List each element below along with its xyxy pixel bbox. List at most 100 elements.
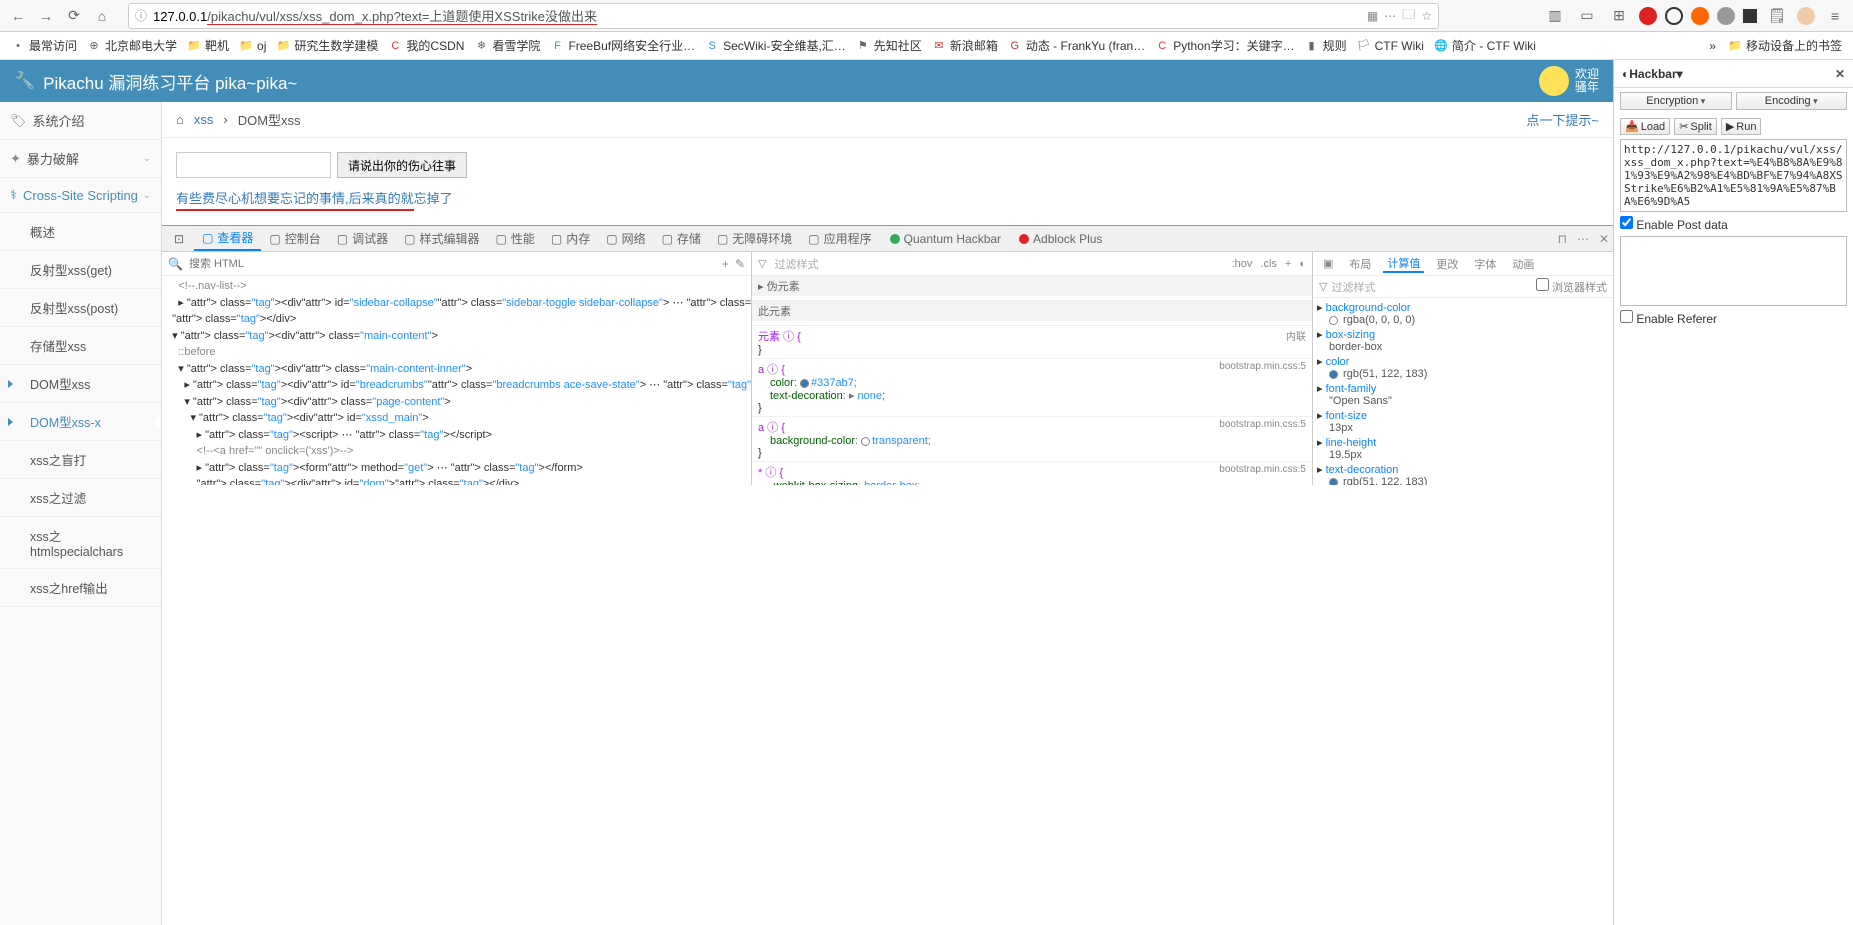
referer-checkbox[interactable]: Enable Referer [1620, 312, 1717, 326]
submit-button[interactable]: 请说出你的伤心往事 [337, 152, 467, 178]
hackbar-dropdown-icon[interactable]: ▾ [1677, 67, 1683, 81]
split-button[interactable]: ✂ Split [1674, 118, 1717, 135]
bookmark-item[interactable]: ⊕北京邮电大学 [82, 37, 182, 54]
hov-toggle[interactable]: :hov [1232, 258, 1253, 270]
browser-styles-checkbox[interactable]: 浏览器样式 [1536, 278, 1607, 295]
bm-overflow[interactable]: » [1704, 39, 1721, 53]
dom-line[interactable]: <!--<a href="" onclick=('xss')>--> [166, 443, 747, 460]
dom-tree[interactable]: <!--.nav-list--> ▸ "attr"> class="tag"><… [162, 276, 751, 485]
bookmark-item[interactable]: 📁研究生数学建模 [271, 37, 383, 54]
dom-line[interactable]: ▾ "attr"> class="tag"><div"attr"> id="xs… [166, 410, 747, 427]
adblock-tab[interactable]: Adblock Plus [1011, 226, 1110, 251]
sidebar-item[interactable]: DOM型xss-x [0, 403, 161, 441]
post-textarea[interactable] [1620, 236, 1847, 306]
dom-line[interactable]: ▾ "attr"> class="tag"><div"attr"> class=… [166, 394, 747, 411]
computed-prop[interactable]: ▸ font-size13px [1317, 408, 1609, 435]
post-checkbox[interactable]: Enable Post data [1620, 218, 1728, 232]
star-icon[interactable]: ☆ [1421, 9, 1432, 23]
result-link[interactable]: 有些费尽心机想要忘记的事情,后来真的就忘掉了 [176, 191, 453, 206]
sidebar-item[interactable]: xss之htmlspecialchars [0, 517, 161, 569]
bookmark-item[interactable]: ❄看雪学院 [469, 37, 545, 54]
reload-button[interactable]: ⟳ [62, 4, 86, 28]
ext2-icon[interactable] [1691, 7, 1709, 25]
ext4-icon[interactable] [1743, 9, 1757, 23]
sidebar-item[interactable]: xss之过滤 [0, 479, 161, 517]
sidebar-item[interactable]: ✦暴力破解⌄ [0, 140, 161, 178]
devtools-tab[interactable]: ▢内存 [543, 226, 598, 251]
devtools-tab[interactable]: ▢样式编辑器 [396, 226, 487, 251]
computed-prop[interactable]: ▸ box-sizingborder-box [1317, 327, 1609, 354]
extension-icon[interactable]: ⊞ [1607, 4, 1631, 28]
devtools-tab[interactable]: ▢应用程序 [800, 226, 879, 251]
computed-tab[interactable]: 计算值 [1383, 255, 1424, 273]
dom-line[interactable]: ▸ "attr"> class="tag"><div"attr"> id="si… [166, 295, 747, 312]
dom-line[interactable]: ▸ "attr"> class="tag"><div"attr"> id="br… [166, 377, 747, 394]
dom-line[interactable]: <!--.nav-list--> [166, 278, 747, 295]
computed-prop[interactable]: ▸ font-family"Open Sans" [1317, 381, 1609, 408]
bookmark-item[interactable]: ✉新浪邮箱 [927, 37, 1003, 54]
fwd-button[interactable]: → [34, 4, 58, 28]
bookmark-item[interactable]: G动态 - FrankYu (fran… [1003, 37, 1150, 54]
hint-link[interactable]: 点一下提示~ [1526, 110, 1599, 129]
qr-icon[interactable]: ▦ [1367, 9, 1378, 23]
menu-icon[interactable]: ≡ [1823, 4, 1847, 28]
bookmark-item[interactable]: ▮规则 [1300, 37, 1352, 54]
devtools-tab[interactable]: ▢存储 [654, 226, 709, 251]
styles-filter[interactable]: 过滤样式 [774, 256, 1223, 272]
sidebar-item[interactable]: 概述 [0, 213, 161, 251]
pick-element-icon[interactable]: ⊡ [166, 226, 192, 251]
sidebar-item[interactable]: DOM型xss [0, 365, 161, 403]
sidebar-item[interactable]: 🏷系统介绍 [0, 102, 161, 140]
computed-tab[interactable]: 字体 [1470, 256, 1500, 272]
reader-icon[interactable]: ▭ [1575, 4, 1599, 28]
computed-prop[interactable]: ▸ background-color rgba(0, 0, 0, 0) [1317, 300, 1609, 327]
bookmark-item[interactable]: 📁oj [234, 37, 271, 54]
encryption-dropdown[interactable]: Encryption [1620, 92, 1732, 110]
dom-line[interactable]: ▾ "attr"> class="tag"><div"attr"> class=… [166, 328, 747, 345]
computed-prop[interactable]: ▸ text-decoration rgb(51, 122, 183) [1317, 462, 1609, 485]
hackbar-close-icon[interactable]: ✕ [1835, 67, 1845, 81]
bookmark-item[interactable]: 🏳CTF Wiki [1352, 37, 1429, 54]
url-bar[interactable]: ⓘ 127.0.0.1/pikachu/vul/xss/xss_dom_x.ph… [128, 3, 1439, 29]
bookmark-item[interactable]: FFreeBuf网络安全行业… [545, 37, 700, 54]
bookmark-item[interactable]: C我的CSDN [383, 37, 469, 54]
bookmark-item[interactable]: •最常访问 [6, 37, 82, 54]
bookmark-item[interactable]: CPython学习：关键字… [1150, 37, 1299, 54]
xss-input[interactable] [176, 152, 331, 178]
dom-search-input[interactable] [189, 258, 716, 270]
computed-prop[interactable]: ▸ line-height19.5px [1317, 435, 1609, 462]
home-button[interactable]: ⌂ [90, 4, 114, 28]
abp-icon[interactable] [1639, 7, 1657, 25]
devtools-tab[interactable]: ▢网络 [598, 226, 653, 251]
dom-line[interactable]: ▾ "attr"> class="tag"><div"attr"> class=… [166, 361, 747, 378]
translate-icon[interactable]: 🗔 [1402, 5, 1415, 26]
load-button[interactable]: 📥 Load [1620, 118, 1670, 135]
profile-icon[interactable] [1665, 7, 1683, 25]
ext6-icon[interactable] [1797, 7, 1815, 25]
dom-line[interactable]: "attr"> class="tag"><div"attr"> id="dom"… [166, 476, 747, 485]
add-rule-icon[interactable]: + [1285, 258, 1291, 270]
computed-tab[interactable]: 更改 [1432, 256, 1462, 272]
encoding-dropdown[interactable]: Encoding [1736, 92, 1848, 110]
dom-line[interactable]: ▸ "attr"> class="tag"><script> ⋯ "attr">… [166, 427, 747, 444]
ext3-icon[interactable] [1717, 7, 1735, 25]
add-icon[interactable]: + [722, 257, 729, 271]
ext5-icon[interactable]: 🗒 [1765, 4, 1789, 28]
devtools-tab[interactable]: ▢查看器 [194, 226, 261, 251]
dom-line[interactable]: "attr"> class="tag"></div> [166, 311, 747, 328]
computed-tab[interactable]: 动画 [1508, 256, 1538, 272]
edit-icon[interactable]: ✎ [735, 257, 745, 271]
boxmodel-icon[interactable]: ▣ [1319, 257, 1337, 270]
home-icon[interactable]: ⌂ [176, 112, 184, 127]
devtools-tab[interactable]: ▢性能 [488, 226, 543, 251]
bookmark-item[interactable]: 📁靶机 [182, 37, 234, 54]
light-icon[interactable]: ◐ [1299, 258, 1306, 270]
url-textarea[interactable]: http://127.0.0.1/pikachu/vul/xss/xss_dom… [1620, 139, 1847, 212]
computed-tab[interactable]: 布局 [1345, 256, 1375, 272]
devtools-tab[interactable]: ▢调试器 [329, 226, 396, 251]
quantum-hackbar-tab[interactable]: Quantum Hackbar [882, 226, 1009, 251]
devtools-tab[interactable]: ▢控制台 [261, 226, 328, 251]
sidebar-item[interactable]: xss之href输出 [0, 569, 161, 607]
bookmark-item[interactable]: SSecWiki-安全维基,汇… [700, 37, 851, 54]
comp-filter-ph[interactable]: 过滤样式 [1327, 279, 1375, 295]
